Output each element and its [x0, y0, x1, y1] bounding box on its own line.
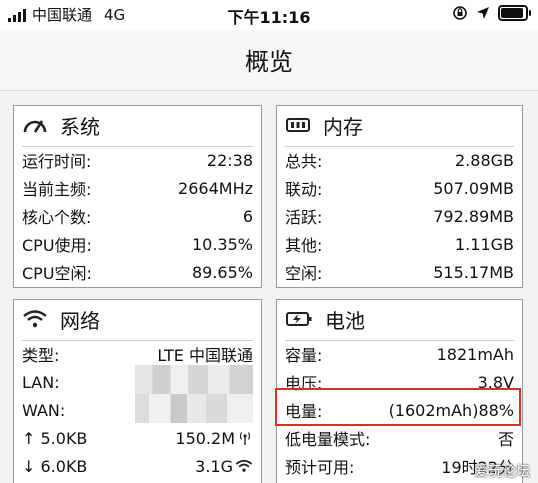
row-value: 3.1G: [195, 456, 233, 476]
cellular-signal-icon: [239, 432, 251, 445]
info-row: 联动: 507.09MB: [285, 176, 514, 200]
row-value: 1.11GB: [455, 234, 514, 254]
divider: [285, 146, 514, 147]
row-label: ↑ 5.0KB: [22, 428, 88, 448]
row-label: WAN:: [22, 400, 66, 420]
row-value: 2664MHz: [178, 178, 253, 198]
row-value: 2.88GB: [455, 150, 514, 170]
info-row: 总共: 2.88GB: [285, 148, 514, 172]
row-value: 89.65%: [191, 262, 253, 282]
row-label: 空闲:: [285, 264, 323, 283]
divider: [22, 340, 253, 341]
memory-card-title: 内存: [323, 114, 363, 139]
navigation-bar: 概览: [0, 30, 538, 91]
battery-card-header: 电池: [285, 304, 365, 334]
row-label: CPU使用:: [22, 236, 92, 255]
info-row: 空闲: 515.17MB: [285, 260, 514, 284]
divider: [22, 146, 253, 147]
row-value: 6: [242, 206, 253, 226]
row-label: 类型:: [22, 346, 60, 365]
info-row: ↓ 6.0KB 3.1G: [22, 454, 253, 478]
battery-charging-icon: [286, 312, 312, 326]
info-row: 低电量模式: 否: [285, 426, 514, 450]
battery-icon: [498, 5, 531, 21]
info-row: CPU使用: 10.35%: [22, 232, 253, 256]
row-value: 1821mAh: [436, 344, 514, 364]
row-label: 预计可用:: [285, 458, 355, 477]
info-row: 其他: 1.11GB: [285, 232, 514, 256]
row-label: 总共:: [285, 152, 323, 171]
memory-card-header: 内存: [285, 110, 363, 140]
info-row: 类型: LTE 中国联通: [22, 342, 253, 366]
row-label: 容量:: [285, 346, 323, 365]
row-value: 10.35%: [191, 234, 253, 254]
memory-card[interactable]: 内存 总共: 2.88GB 联动: 507.09MB 活跃: 792.89MB 其他:…: [276, 105, 523, 288]
system-card-header: 系统: [22, 110, 100, 140]
row-value: 792.89MB: [433, 206, 514, 226]
row-value: 515.17MB: [433, 262, 514, 282]
info-row: 当前主频: 2664MHz: [22, 176, 253, 200]
system-card-title: 系统: [60, 114, 100, 139]
wifi-icon: [235, 459, 253, 472]
info-row: 运行时间: 22:38: [22, 148, 253, 172]
row-label: 运行时间:: [22, 152, 92, 171]
page-title: 概览: [245, 48, 293, 76]
row-value: 150.2M: [175, 428, 235, 448]
row-label: 其他:: [285, 236, 323, 255]
location-arrow-icon: [477, 7, 489, 19]
row-value-group: 3.1G: [195, 457, 253, 476]
info-row: ↑ 5.0KB 150.2M: [22, 426, 253, 450]
row-label: 联动:: [285, 180, 323, 199]
status-right: [452, 5, 531, 21]
row-value: 否: [497, 430, 514, 449]
battery-level-highlight: [275, 388, 521, 426]
row-label: ↓ 6.0KB: [22, 456, 88, 476]
row-label: 核心个数:: [22, 208, 92, 227]
watermark: 爱玩论坛: [474, 464, 530, 480]
row-value: 22:38: [206, 150, 253, 170]
row-label: 低电量模式:: [285, 430, 371, 449]
row-value: 507.09MB: [433, 178, 514, 198]
info-row: 核心个数: 6: [22, 204, 253, 228]
speedometer-icon: [23, 120, 47, 133]
battery-card-title: 电池: [325, 308, 365, 333]
row-value-group: 150.2M: [175, 429, 253, 448]
wifi-icon: [23, 310, 47, 328]
info-row: 容量: 1821mAh: [285, 342, 514, 366]
row-label: LAN:: [22, 372, 60, 392]
divider: [285, 340, 514, 341]
row-label: 当前主频:: [22, 180, 92, 199]
network-card-header: 网络: [22, 304, 100, 334]
orientation-lock-icon: [453, 6, 467, 20]
system-card[interactable]: 系统 运行时间: 22:38 当前主频: 2664MHz 核心个数: 6 CPU使用:…: [13, 105, 262, 288]
row-label: CPU空闲:: [22, 264, 92, 283]
network-card-title: 网络: [60, 308, 100, 333]
row-value: LTE 中国联通: [157, 346, 253, 365]
redacted-wan: [135, 394, 253, 423]
memory-chip-icon: [286, 118, 310, 132]
row-label: 活跃:: [285, 208, 323, 227]
info-row: 活跃: 792.89MB: [285, 204, 514, 228]
info-row: CPU空闲: 89.65%: [22, 260, 253, 284]
status-bar: 中国联通 4G 下午11:16: [0, 0, 538, 30]
